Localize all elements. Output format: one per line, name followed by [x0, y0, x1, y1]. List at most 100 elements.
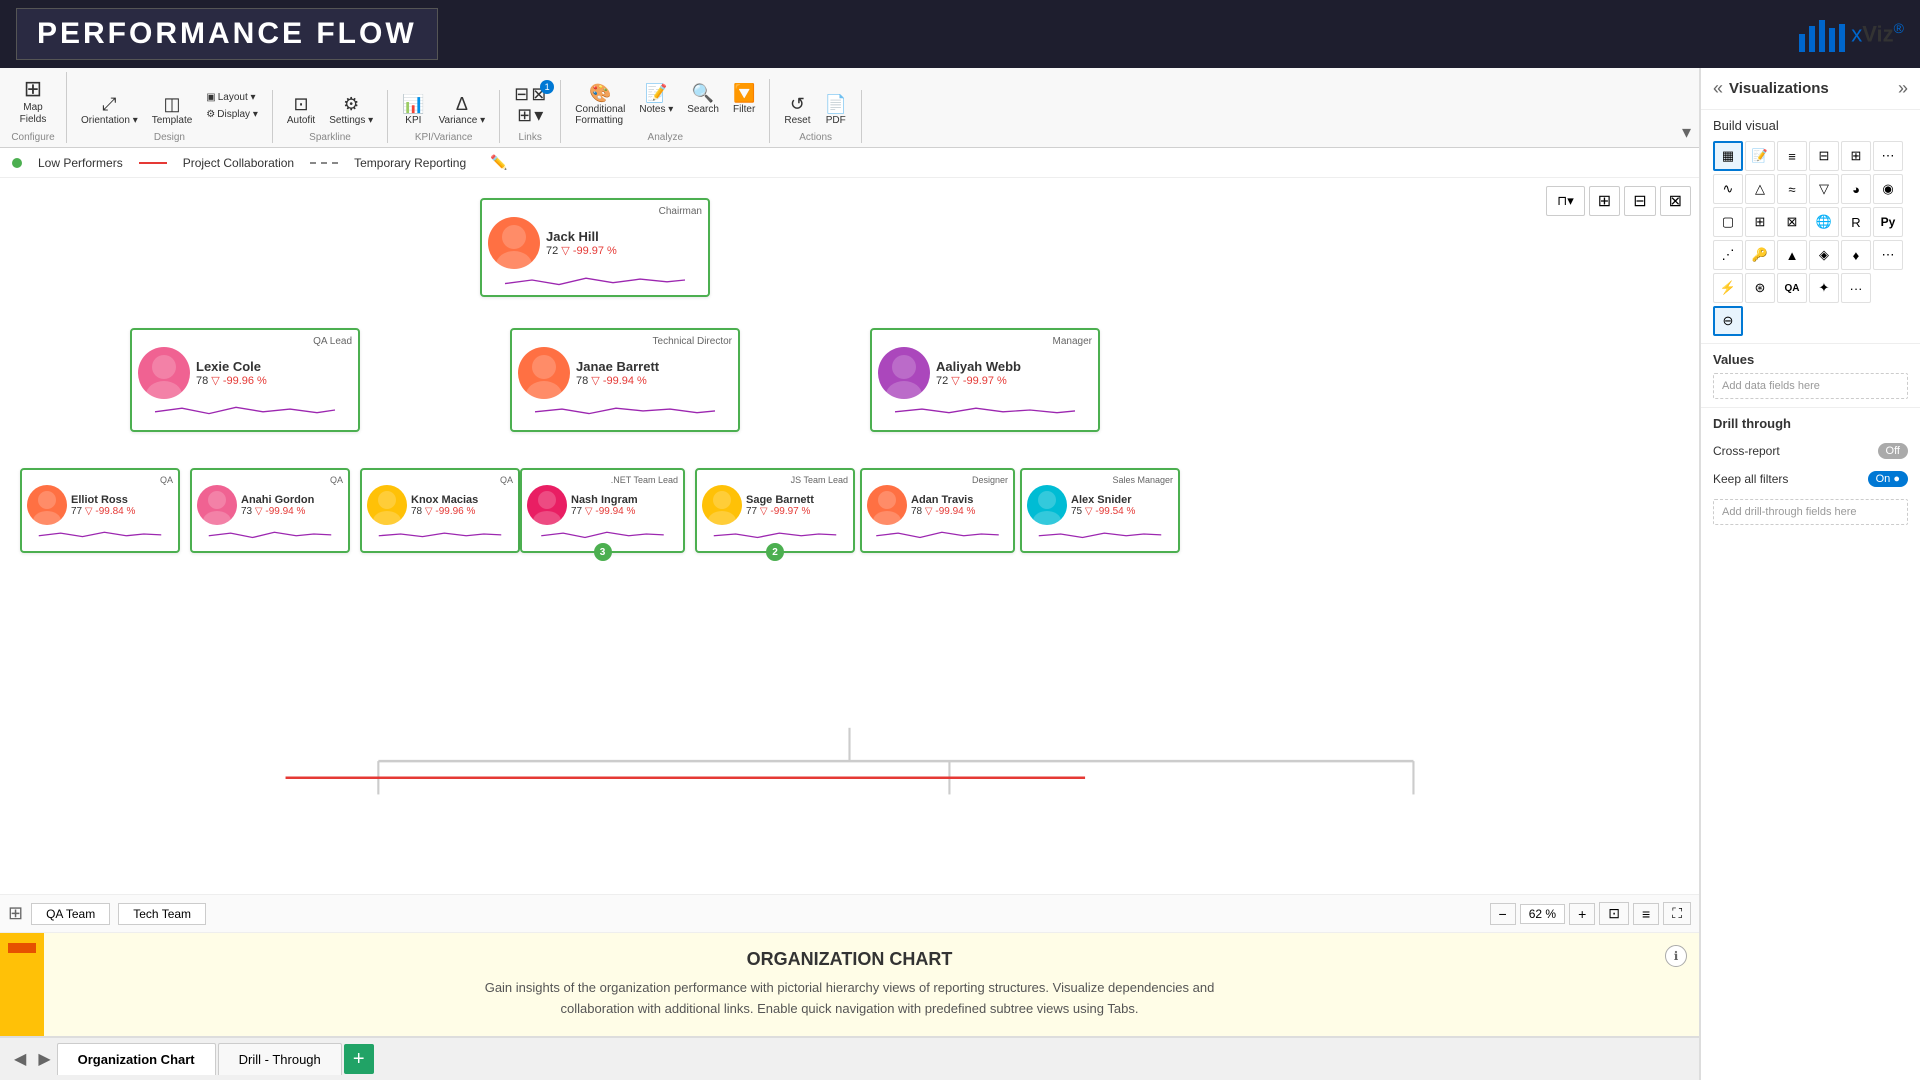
viz-python[interactable]: Py [1873, 207, 1903, 237]
chairman-name: Jack Hill [546, 229, 702, 244]
tech-team-tab[interactable]: Tech Team [118, 903, 206, 925]
settings-btn[interactable]: ⚙ Settings ▾ [323, 90, 379, 130]
node-elliot[interactable]: QA Elliot Ross 77 ▽ -99.84 % [20, 468, 180, 553]
viz-matrix[interactable]: ⊠ [1777, 207, 1807, 237]
cross-report-toggle[interactable]: Off [1878, 443, 1908, 459]
alex-name: Alex Snider [1071, 494, 1135, 506]
tab-nav-next[interactable]: ▶ [32, 1049, 56, 1069]
xviz-logo: xViz® [1797, 14, 1904, 54]
viz-treemap[interactable]: R [1841, 207, 1871, 237]
chart-grid-btn2[interactable]: ⊟ [1624, 186, 1655, 216]
viz-bar-chart[interactable]: ▦ [1713, 141, 1743, 171]
right-panel: « Visualizations » Filters Build visual … [1700, 68, 1920, 1080]
viz-decomp[interactable]: ⋰ [1713, 240, 1743, 270]
chart-mode-btn[interactable]: ⊞ [8, 903, 23, 924]
viz-funnel[interactable]: ▽ [1809, 174, 1839, 204]
info-title: ORGANIZATION CHART [48, 949, 1651, 970]
kpi-btn[interactable]: 📊 KPI [396, 90, 430, 130]
reset-btn[interactable]: ↺ Reset [778, 90, 816, 130]
fullscreen-btn[interactable]: ⛶ [1663, 902, 1691, 925]
viz-line-chart[interactable]: 📝 [1745, 141, 1775, 171]
viz-card[interactable]: ▢ [1713, 207, 1743, 237]
viz-org-chart-active[interactable]: ⊖ [1713, 306, 1743, 336]
node-anahi[interactable]: QA Anahi Gordon 73 ▽ -99.94 % [190, 468, 350, 553]
map-fields-btn[interactable]: ⊞ MapFields [8, 72, 58, 130]
viz-stacked-bar[interactable]: ≡ [1777, 141, 1807, 171]
notes-btn[interactable]: 📝 Notes ▾ [633, 79, 679, 119]
manager-name: Aaliyah Webb [936, 359, 1092, 374]
viz-waterfall[interactable]: ⊞ [1841, 141, 1871, 171]
node-sage[interactable]: JS Team Lead Sage Barnett 77 ▽ -99.97 % [695, 468, 855, 553]
tab-org-chart[interactable]: Organization Chart [57, 1043, 216, 1075]
node-adan[interactable]: Designer Adan Travis 78 ▽ -99.94 % [860, 468, 1015, 553]
viz-ribbon[interactable]: ≈ [1777, 174, 1807, 204]
viz-smart[interactable]: ▲ [1777, 240, 1807, 270]
add-tab-btn[interactable]: + [344, 1044, 374, 1074]
pdf-btn[interactable]: 📄 PDF [819, 90, 853, 130]
viz-map[interactable]: 🌐 [1809, 207, 1839, 237]
cond-format-btn[interactable]: 🎨 ConditionalFormatting [569, 79, 631, 130]
node-knox[interactable]: QA Knox Macias 78 ▽ -99.96 % [360, 468, 520, 553]
viz-table[interactable]: ⊞ [1745, 207, 1775, 237]
viz-custom3[interactable]: ✦ [1809, 273, 1839, 303]
zoom-out-btn[interactable]: − [1490, 903, 1516, 925]
info-icon-btn[interactable]: ℹ [1665, 945, 1687, 967]
viz-nav[interactable]: ◈ [1809, 240, 1839, 270]
qa-team-tab[interactable]: QA Team [31, 903, 110, 925]
viz-area[interactable]: ∿ [1713, 174, 1743, 204]
node-chairman[interactable]: Chairman Jack Hill 72 ▽ -99.97 % [480, 198, 710, 297]
viz-paginated[interactable]: ⋯ [1873, 240, 1903, 270]
node-nash[interactable]: .NET Team Lead Nash Ingram 77 ▽ -99.94 % [520, 468, 685, 553]
filter-btn[interactable]: 🔽 Filter [727, 79, 761, 119]
viz-combo[interactable]: △ [1745, 174, 1775, 204]
chart-grid-btn1[interactable]: ⊞ [1589, 186, 1620, 216]
tab-drill-through[interactable]: Drill - Through [218, 1043, 342, 1075]
viz-custom2[interactable]: ⊛ [1745, 273, 1775, 303]
node-tech-dir[interactable]: Technical Director Janae Barrett 78 ▽ -9… [510, 328, 740, 432]
add-values-field[interactable]: Add data fields here [1713, 373, 1908, 399]
viz-custom1[interactable]: ⚡ [1713, 273, 1743, 303]
viz-qa[interactable]: ♦ [1841, 240, 1871, 270]
title-box: PERFORMANCE FLOW [16, 8, 438, 60]
layout-btn[interactable]: ▣Layout ▾ [200, 90, 264, 105]
adan-metric: 78 ▽ -99.94 % [911, 506, 975, 517]
ribbon: ⊞ MapFields Configure ⤢ Orientation ▾ [0, 68, 1699, 148]
qa-lead-name: Lexie Cole [196, 359, 352, 374]
viz-gauge[interactable]: ◉ [1873, 174, 1903, 204]
sage-metric: 77 ▽ -99.97 % [746, 506, 814, 517]
node-qa-lead[interactable]: QA Lead Lexie Cole 78 ▽ -99.96 % [130, 328, 360, 432]
expand-panel-btn[interactable]: » [1898, 78, 1908, 99]
fit-view-btn[interactable]: ⊡ [1599, 902, 1629, 925]
collapse-panel-btn[interactable]: « [1713, 78, 1723, 99]
zoom-in-btn[interactable]: + [1569, 903, 1595, 925]
viz-grouped-bar[interactable]: ⊟ [1809, 141, 1839, 171]
qa-lead-metric: 78 ▽ -99.96 % [196, 374, 352, 387]
autofit-btn[interactable]: ⊡ Autofit [281, 90, 321, 130]
values-title: Values [1713, 352, 1908, 367]
chart-area: ⊓▾ ⊞ ⊟ ⊠ [0, 178, 1699, 894]
keep-filters-toggle[interactable]: On ● [1868, 471, 1908, 487]
nash-metric: 77 ▽ -99.94 % [571, 506, 638, 517]
cross-report-label: Cross-report [1713, 444, 1780, 458]
orientation-btn[interactable]: ⤢ Orientation ▾ [75, 90, 144, 130]
chairman-role: Chairman [488, 206, 702, 217]
links-btn[interactable]: ⊟ ⊠ 1 ⊞ ▾ [508, 80, 552, 130]
variance-btn[interactable]: Δ Variance ▾ [433, 90, 492, 130]
chart-view-btn[interactable]: ⊓▾ [1546, 186, 1585, 216]
display-btn[interactable]: ⚙Display ▾ [200, 107, 264, 122]
viz-qa2[interactable]: QA [1777, 273, 1807, 303]
node-manager[interactable]: Manager Aaliyah Webb 72 ▽ -99.97 % [870, 328, 1100, 432]
chart-grid-btn3[interactable]: ⊠ [1660, 186, 1691, 216]
template-btn[interactable]: ◫ Template [146, 90, 199, 130]
search-btn[interactable]: 🔍 Search [681, 79, 725, 119]
ribbon-expand-btn[interactable]: ▾ [1682, 122, 1691, 143]
legend-edit-icon[interactable]: ✏️ [490, 154, 507, 171]
viz-scatter[interactable]: ⋯ [1873, 141, 1903, 171]
viz-ellipsis[interactable]: ··· [1841, 273, 1871, 303]
tab-nav-prev[interactable]: ◀ [8, 1049, 32, 1069]
viz-key-inf[interactable]: 🔑 [1745, 240, 1775, 270]
add-drill-field[interactable]: Add drill-through fields here [1713, 499, 1908, 525]
list-view-btn[interactable]: ≡ [1633, 903, 1659, 925]
node-alex[interactable]: Sales Manager Alex Snider 75 ▽ -99.54 % [1020, 468, 1180, 553]
viz-pie[interactable]: ◕ [1841, 174, 1871, 204]
